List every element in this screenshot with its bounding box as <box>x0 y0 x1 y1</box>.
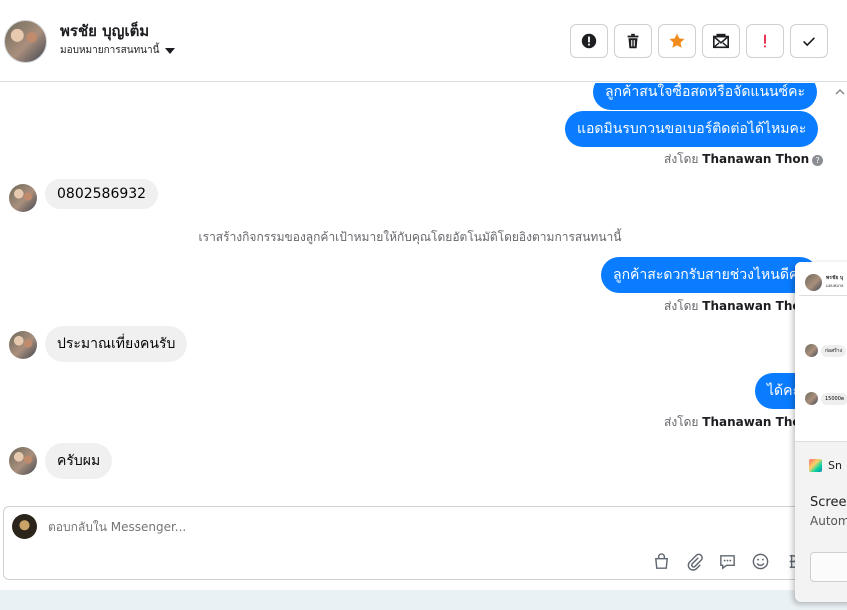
snipping-tool-icon <box>809 459 822 472</box>
assign-label: มอบหมายการสนทนานี้ <box>60 45 160 56</box>
alert-circle-icon <box>581 33 597 49</box>
saved-replies-button[interactable] <box>716 550 738 572</box>
speech-bubble-icon <box>719 554 735 570</box>
shopping-bag-icon <box>654 552 668 569</box>
conversation-header: พรชัย บุญเต็ม มอบหมายการสนทนานี้ <box>0 0 847 82</box>
contact-avatar-small <box>9 184 37 212</box>
thumb-name: พรชัย บุ <box>826 275 844 281</box>
caret-down-icon <box>165 47 176 54</box>
thumb-message: 15000ต <box>821 393 847 405</box>
notification-app-name: Sn <box>828 459 842 472</box>
reply-composer <box>3 506 808 580</box>
check-icon <box>803 37 815 47</box>
message-outgoing: ลูกค้าสนใจซื้อสดหรือจัดแนนซ์คะ <box>593 83 817 110</box>
system-note: เราสร้างกิจกรรมของลูกค้าเป้าหมายให้กับคุ… <box>198 230 622 244</box>
contact-avatar-small <box>9 447 37 475</box>
reply-input[interactable] <box>48 520 648 534</box>
sender-name: Thanawan Thon <box>702 415 810 429</box>
thumb-message: ก่อสร้าง <box>821 345 847 357</box>
mark-done-button[interactable] <box>790 24 828 58</box>
trash-icon <box>627 33 639 49</box>
header-actions <box>570 24 828 58</box>
sent-by-label: ส่งโดย Thanawan Thon <box>664 413 809 432</box>
message-incoming: ประมาณเที่ยงคนรับ <box>45 326 188 362</box>
message-thread[interactable]: ลูกค้าสนใจซื้อสดหรือจัดแนนซ์คะ แอดมินรบก… <box>0 83 835 503</box>
page: พรชัย บุญเต็ม มอบหมายการสนทนานี้ ลูกค้าส… <box>0 0 847 610</box>
mark-unread-icon <box>712 33 730 49</box>
notification-app: Sn <box>809 459 842 472</box>
contact-avatar[interactable] <box>4 20 47 63</box>
thumb-avatar <box>805 392 818 405</box>
contact-name[interactable]: พรชัย บุญเต็ม <box>60 19 149 43</box>
spam-button[interactable] <box>746 24 784 58</box>
sender-name: Thanawan Thon <box>702 152 810 166</box>
notification-title: Screen <box>810 495 847 510</box>
star-icon <box>669 33 685 48</box>
delete-button[interactable] <box>614 24 652 58</box>
alert-button[interactable] <box>570 24 608 58</box>
contact-avatar-small <box>9 331 37 359</box>
shop-button[interactable] <box>650 550 672 572</box>
exclamation-icon <box>764 34 766 48</box>
emoji-button[interactable] <box>749 550 771 572</box>
message-incoming: 0802586932 <box>45 179 159 209</box>
thumb-avatar <box>805 344 818 357</box>
sent-by-prefix: ส่งโดย <box>664 299 699 313</box>
paperclip-icon <box>687 553 703 571</box>
sender-name: Thanawan Thon <box>702 299 810 313</box>
thumb-divider <box>799 295 847 296</box>
composer-tools <box>650 550 804 572</box>
sent-by-prefix: ส่งโดย <box>664 152 699 166</box>
sent-by-prefix: ส่งโดย <box>664 415 699 429</box>
sent-by-label: ส่งโดย Thanawan Thon <box>664 297 809 316</box>
thumb-sub: มอบหมาย <box>826 283 844 288</box>
star-button[interactable] <box>658 24 696 58</box>
notification-action-button[interactable] <box>810 552 847 582</box>
thumb-avatar <box>805 274 822 291</box>
screenshot-notification[interactable]: พรชัย บุ มอบหมาย ก่อสร้าง 15000ต Sn Scre… <box>795 262 847 602</box>
message-outgoing: แอดมินรบกวนขอเบอร์ติดต่อได้ไหมคะ <box>565 111 819 147</box>
message-outgoing: ลูกค้าสะดวกรับสายช่วงไหนดีคะ <box>601 257 818 293</box>
page-avatar <box>12 514 37 539</box>
notification-subtitle: Autom <box>810 514 847 528</box>
help-icon[interactable]: ? <box>812 155 824 166</box>
assign-conversation-dropdown[interactable]: มอบหมายการสนทนานี้ <box>60 43 176 58</box>
sent-by-label: ส่งโดย Thanawan Thon? <box>664 150 824 169</box>
bottom-strip <box>0 590 847 610</box>
smiley-icon <box>752 553 768 569</box>
mark-unread-button[interactable] <box>702 24 740 58</box>
message-incoming: ครับผม <box>45 443 113 479</box>
screenshot-thumbnail[interactable]: พรชัย บุ มอบหมาย ก่อสร้าง 15000ต <box>795 262 847 442</box>
attach-button[interactable] <box>683 550 705 572</box>
scroll-up-icon[interactable] <box>833 86 847 98</box>
